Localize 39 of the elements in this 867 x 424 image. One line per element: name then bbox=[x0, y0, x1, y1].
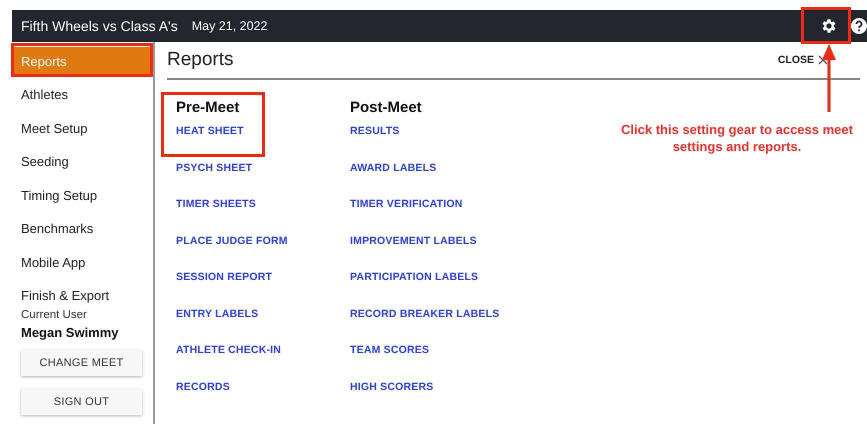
user-name: Megan Swimmy bbox=[20, 325, 120, 340]
annotation-text: Click this setting gear to access meet settings and reports. bbox=[620, 121, 854, 155]
current-user-label: Current User bbox=[20, 309, 88, 321]
close-icon bbox=[818, 55, 828, 65]
sign-out-button[interactable]: SIGN OUT bbox=[21, 389, 142, 415]
sidebar-item[interactable]: Athletes bbox=[12, 80, 153, 108]
meet-title: Fifth Wheels vs Class A's bbox=[21, 18, 178, 34]
panel-title: Reports bbox=[167, 49, 234, 71]
report-link[interactable]: TIMER SHEETS bbox=[176, 198, 341, 234]
report-link[interactable]: HIGH SCORERS bbox=[350, 380, 550, 417]
sidebar-item[interactable]: Timing Setup bbox=[12, 181, 153, 209]
help-icon[interactable] bbox=[850, 17, 867, 35]
report-link[interactable]: HEAT SHEET bbox=[176, 125, 341, 162]
column-heading: Post-Meet bbox=[350, 99, 423, 118]
report-link[interactable]: IMPROVEMENT LABELS bbox=[350, 234, 550, 271]
sidebar-item[interactable]: Seeding bbox=[12, 148, 153, 176]
column-heading: Pre-Meet bbox=[176, 99, 240, 118]
report-link[interactable]: SESSION REPORT bbox=[176, 271, 341, 308]
settings-icon[interactable] bbox=[820, 17, 838, 35]
report-link[interactable]: AWARD LABELS bbox=[350, 162, 550, 198]
highlight-frame bbox=[801, 7, 851, 44]
close-button[interactable]: CLOSE bbox=[778, 54, 828, 66]
report-link[interactable]: PARTICIPATION LABELS bbox=[350, 271, 550, 308]
report-link[interactable]: RECORDS bbox=[176, 380, 341, 417]
report-link[interactable]: TEAM SCORES bbox=[350, 344, 550, 380]
report-link[interactable]: RESULTS bbox=[350, 125, 550, 162]
report-link[interactable]: ATHLETE CHECK-IN bbox=[176, 344, 341, 380]
report-link[interactable]: PLACE JUDGE FORM bbox=[176, 234, 341, 271]
sidebar-item[interactable]: Mobile App bbox=[12, 248, 153, 276]
report-link[interactable]: PSYCH SHEET bbox=[176, 162, 341, 198]
sidebar-item[interactable]: Finish & Export bbox=[12, 282, 153, 310]
sidebar-item[interactable]: Meet Setup bbox=[12, 114, 153, 142]
report-link[interactable]: RECORD BREAKER LABELS bbox=[350, 308, 550, 344]
arrow-drawing bbox=[821, 44, 837, 112]
meet-date: May 21, 2022 bbox=[192, 19, 268, 33]
sidebar-item[interactable]: Benchmarks bbox=[12, 214, 153, 242]
report-link[interactable]: TIMER VERIFICATION bbox=[350, 198, 550, 234]
report-link[interactable]: ENTRY LABELS bbox=[176, 308, 341, 344]
change-meet-button[interactable]: CHANGE MEET bbox=[21, 350, 142, 376]
